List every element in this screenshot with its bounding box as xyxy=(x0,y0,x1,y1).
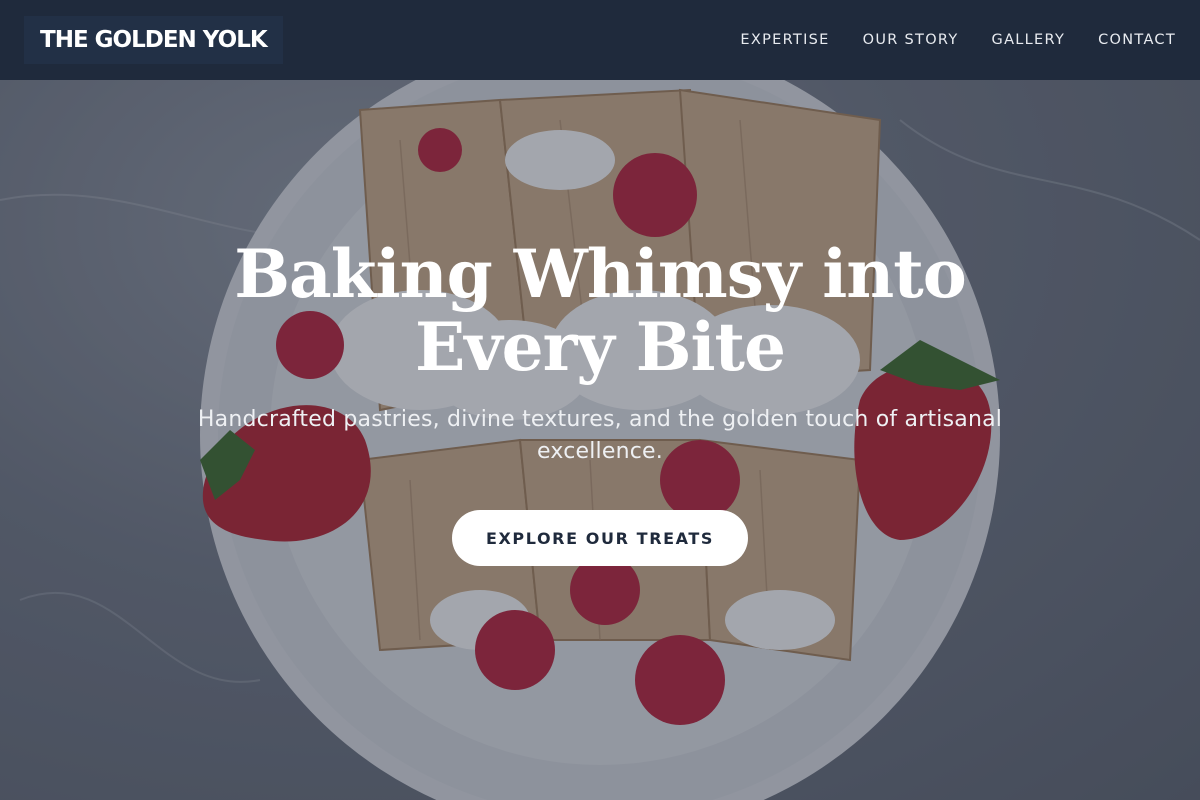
nav-item-our-story[interactable]: OUR STORY xyxy=(863,32,959,48)
brand-logo[interactable]: THE GOLDEN YOLK xyxy=(24,16,283,64)
main-nav: EXPERTISE OUR STORY GALLERY CONTACT xyxy=(740,32,1176,48)
nav-item-contact[interactable]: CONTACT xyxy=(1098,32,1176,48)
hero-content: Baking Whimsy into Every Bite Handcrafte… xyxy=(0,80,1200,800)
explore-treats-button[interactable]: EXPLORE OUR TREATS xyxy=(452,510,748,566)
hero-tagline: Handcrafted pastries, divine textures, a… xyxy=(197,407,1003,464)
nav-item-expertise[interactable]: EXPERTISE xyxy=(740,32,829,48)
hero-headline: Baking Whimsy into Every Bite xyxy=(234,235,967,386)
nav-item-gallery[interactable]: GALLERY xyxy=(992,32,1066,48)
site-header: THE GOLDEN YOLK EXPERTISE OUR STORY GALL… xyxy=(0,0,1200,80)
